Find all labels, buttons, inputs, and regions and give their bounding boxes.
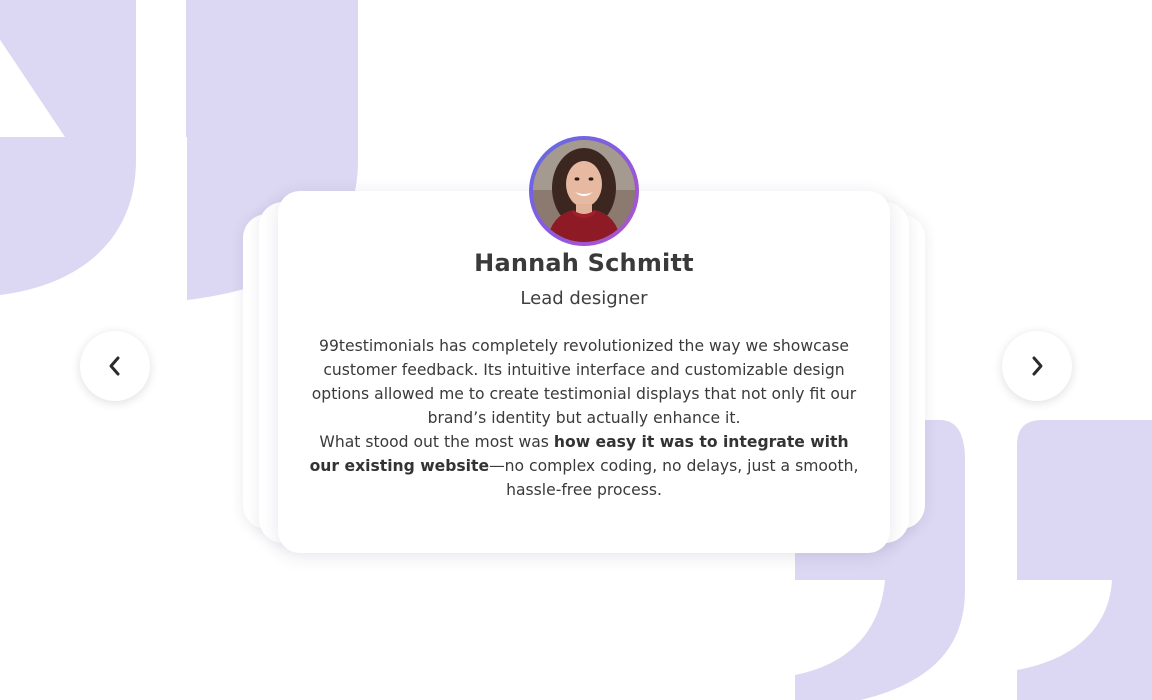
testimonial-paragraph-2-tail: —no complex coding, no delays, just a sm…	[489, 457, 859, 499]
testimonial-quote: 99testimonials has completely revolution…	[304, 334, 864, 502]
quote-mark-icon	[1017, 420, 1152, 700]
previous-button[interactable]	[80, 331, 150, 401]
chevron-right-icon	[1032, 356, 1043, 376]
quote-mark-icon	[0, 0, 136, 300]
testimonial-paragraph-2-lead: What stood out the most was	[319, 433, 554, 451]
chevron-left-icon	[109, 356, 120, 376]
testimonial-paragraph-1: 99testimonials has completely revolution…	[311, 337, 857, 427]
author-name: Hannah Schmitt	[474, 249, 694, 277]
author-avatar	[529, 136, 639, 246]
testimonial-section: Hannah Schmitt Lead designer 99testimoni…	[0, 0, 1152, 700]
avatar-photo	[533, 140, 635, 242]
next-button[interactable]	[1002, 331, 1072, 401]
author-role: Lead designer	[520, 288, 648, 309]
